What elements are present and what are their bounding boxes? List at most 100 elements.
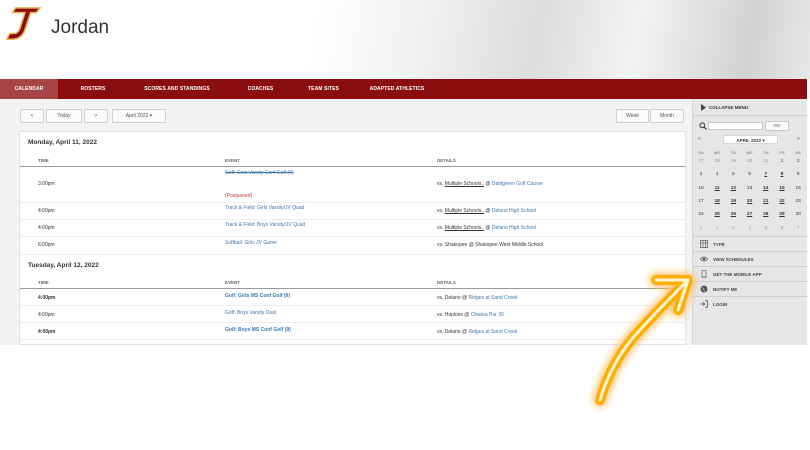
opponent-link[interactable]: Multiple Schools.. — [445, 208, 484, 214]
mini-cal-day[interactable]: 12 — [725, 186, 741, 191]
mini-cal-month-select[interactable]: APRIL 2022 ▾ — [723, 135, 778, 144]
mini-cal-day[interactable]: 29 — [774, 212, 790, 217]
col-event-header: EVENT — [225, 158, 241, 163]
mini-cal-day[interactable]: 3 — [693, 172, 709, 177]
sidebar-item-view-schedules[interactable]: VIEW SCHEDULES — [693, 251, 808, 266]
col-time-header: TIME — [38, 158, 49, 163]
mini-cal-day[interactable]: 22 — [774, 199, 790, 204]
mini-cal-day[interactable]: 21 — [758, 199, 774, 204]
search-input[interactable] — [708, 122, 763, 130]
sidebar-item-notify-me[interactable]: NOTIFY ME — [693, 281, 808, 296]
mini-cal-day[interactable]: 18 — [709, 199, 725, 204]
calendar-list: Monday, April 11, 2022 TIME EVENT DETAIL… — [19, 131, 686, 345]
mini-cal-day[interactable]: 8 — [774, 172, 790, 177]
mini-cal-day[interactable]: 5 — [758, 226, 774, 231]
today-button[interactable]: Today — [46, 109, 82, 123]
event-link[interactable]: Track & Field: Boys Varsity/JV Quad — [225, 222, 305, 228]
sidebar-item-label: NOTIFY ME — [713, 287, 738, 292]
nav-scores-and-standings[interactable]: SCORES AND STANDINGS — [128, 79, 226, 99]
mini-cal-day[interactable]: 2 — [709, 226, 725, 231]
week-view-button[interactable]: Week — [616, 109, 649, 123]
mini-cal-day[interactable]: 30 — [790, 212, 806, 217]
location-link[interactable]: Chaska Par 30 — [471, 312, 504, 318]
mini-cal-day[interactable]: 9 — [790, 172, 806, 177]
mini-cal-day[interactable]: 7 — [790, 226, 806, 231]
event-details: vs. Multiple Schools.. @ Delano High Sch… — [437, 208, 536, 214]
mini-cal-day[interactable]: 27 — [742, 212, 758, 217]
school-logo[interactable]: J — [4, 5, 42, 43]
nav-rosters[interactable]: ROSTERS — [58, 79, 128, 99]
mini-cal-prev[interactable]: « — [698, 136, 701, 142]
collapse-menu-button[interactable]: COLLAPSE MENU — [693, 99, 808, 116]
mini-cal-day[interactable]: 27 — [693, 159, 709, 164]
mini-cal-day[interactable]: 23 — [790, 199, 806, 204]
nav-adapted-athletics[interactable]: ADAPTED ATHLETICS — [352, 79, 442, 99]
event-time: 4:00pm — [38, 208, 55, 214]
mini-cal-day[interactable]: 30 — [742, 159, 758, 164]
row-divider — [20, 219, 685, 220]
mini-cal-day[interactable]: 10 — [693, 186, 709, 191]
at-label: @ — [462, 295, 468, 301]
mini-cal-day[interactable]: 6 — [774, 226, 790, 231]
event-link[interactable]: Golf: Boys Varsity Dual — [225, 310, 276, 316]
location-link[interactable]: Delano High School — [492, 225, 536, 231]
mini-cal-day[interactable]: 24 — [693, 212, 709, 217]
next-button[interactable]: > — [84, 109, 108, 123]
mini-cal-day[interactable]: 7 — [758, 172, 774, 177]
nav-team-sites[interactable]: TEAM SITES — [295, 79, 352, 99]
month-view-button[interactable]: Month — [650, 109, 684, 123]
event-details: vs. Multiple Schools.. @ Dahlgreen Golf … — [437, 181, 543, 187]
mini-cal-day[interactable]: 2 — [790, 159, 806, 164]
event-link[interactable]: Softball: Girls JV Game — [225, 240, 277, 246]
mini-cal-day[interactable]: 5 — [725, 172, 741, 177]
mini-cal-day[interactable]: 28 — [758, 212, 774, 217]
sidebar-item-get-the-mobile-app[interactable]: GET THE MOBILE APP — [693, 266, 808, 281]
nav-calendar[interactable]: CALENDAR — [0, 79, 58, 99]
event-link[interactable]: Golf: Girls MS Conf Golf (9) — [225, 293, 290, 299]
mini-cal-day[interactable]: 15 — [774, 186, 790, 191]
opponent-name: Hopkins — [444, 312, 463, 318]
location-link[interactable]: Ridges at Sand Creek — [469, 329, 518, 335]
mini-cal-day[interactable]: 1 — [693, 226, 709, 231]
sidebar-item-login[interactable]: LOGIN — [693, 296, 808, 311]
location-link[interactable]: Dahlgreen Golf Course — [492, 181, 543, 187]
mini-cal-day[interactable]: 25 — [709, 212, 725, 217]
nav-coaches[interactable]: COACHES — [226, 79, 295, 99]
sidebar-item-type[interactable]: TYPE — [693, 236, 808, 251]
opponent-link[interactable]: Multiple Schools.. — [445, 181, 484, 187]
vs-label: vs. — [437, 242, 444, 248]
mini-cal-next[interactable]: » — [797, 136, 800, 142]
event-link[interactable]: Golf: Girls Varsity Conf Golf (9) — [225, 170, 294, 176]
mini-cal-day[interactable]: 14 — [758, 186, 774, 191]
location-link[interactable]: Ridges at Sand Creek — [469, 295, 518, 301]
mini-cal-day[interactable]: 17 — [693, 199, 709, 204]
prev-button[interactable]: < — [20, 109, 44, 123]
location-link[interactable]: Delano High School — [492, 208, 536, 214]
event-link[interactable]: Track & Field: Girls Varsity/JV Quad — [225, 205, 304, 211]
sidebar-item-label: TYPE — [713, 242, 725, 247]
mini-cal-day[interactable]: 28 — [709, 159, 725, 164]
mini-cal-day[interactable]: 11 — [709, 186, 725, 191]
row-divider — [20, 254, 685, 255]
mini-cal-day[interactable]: 4 — [742, 226, 758, 231]
mini-cal-day[interactable]: 3 — [725, 226, 741, 231]
event-link[interactable]: Golf: Boys MS Conf Golf (9) — [225, 327, 291, 333]
mini-cal-day[interactable]: 13 — [742, 186, 758, 191]
sidebar-item-label: VIEW SCHEDULES — [713, 257, 754, 262]
mini-cal-day[interactable]: 4 — [709, 172, 725, 177]
month-select[interactable]: April 2022 ▾ — [112, 109, 166, 123]
school-name[interactable]: Jordan — [51, 17, 109, 39]
mini-cal-day[interactable]: 20 — [742, 199, 758, 204]
row-divider — [20, 236, 685, 237]
opponent-link[interactable]: Multiple Schools.. — [445, 225, 484, 231]
mini-cal-day[interactable]: 16 — [790, 186, 806, 191]
mini-cal-day[interactable]: 26 — [725, 212, 741, 217]
go-button[interactable]: GO — [765, 121, 789, 131]
mini-cal-day[interactable]: 6 — [742, 172, 758, 177]
mini-cal-day[interactable]: 29 — [725, 159, 741, 164]
mini-cal-day[interactable]: 19 — [725, 199, 741, 204]
mini-cal-day[interactable]: 1 — [774, 159, 790, 164]
mobile-icon — [701, 270, 707, 278]
mini-cal-day[interactable]: 31 — [758, 159, 774, 164]
opponent-name: Delano — [444, 329, 461, 335]
